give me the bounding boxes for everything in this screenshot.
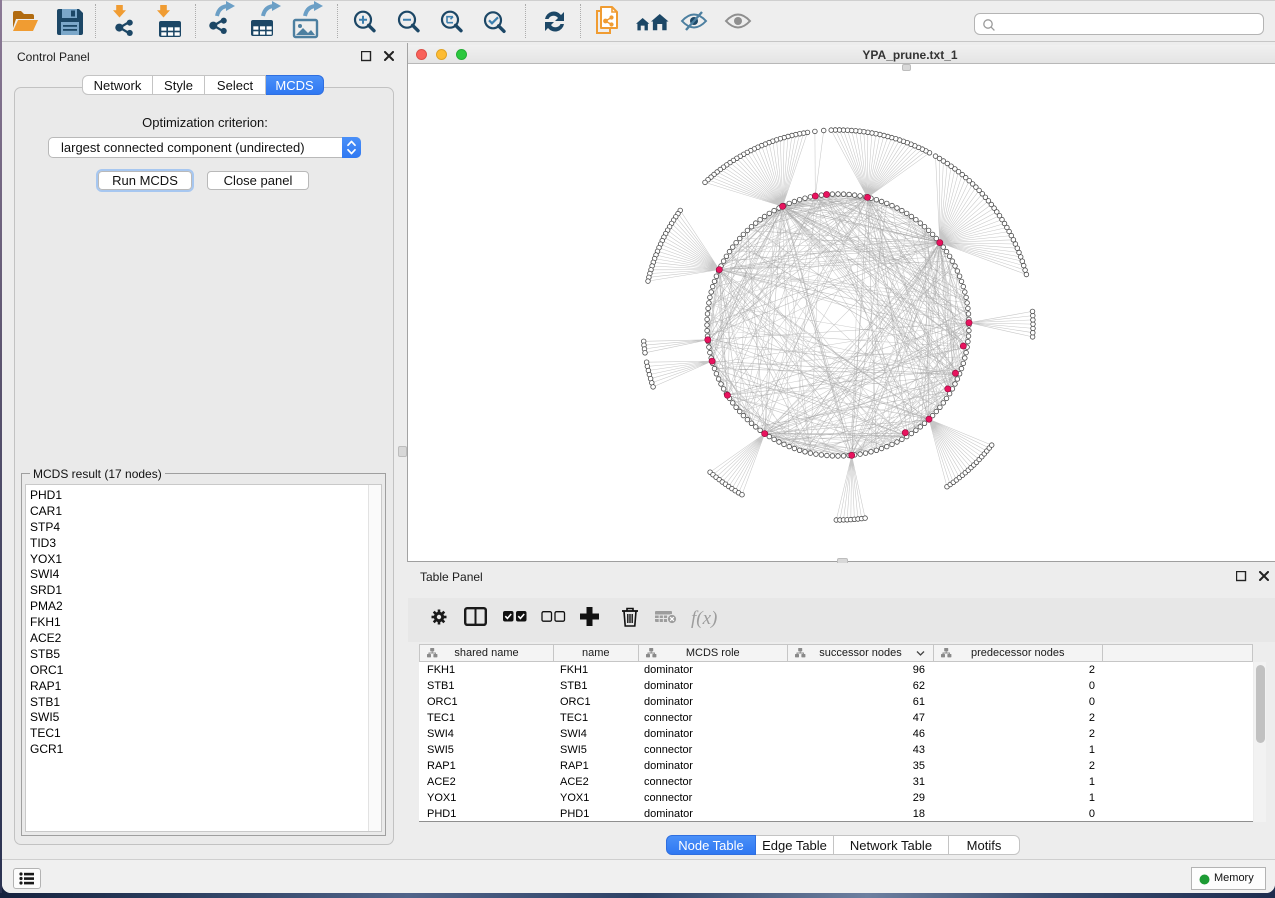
svg-text:f(x): f(x) — [691, 608, 717, 629]
